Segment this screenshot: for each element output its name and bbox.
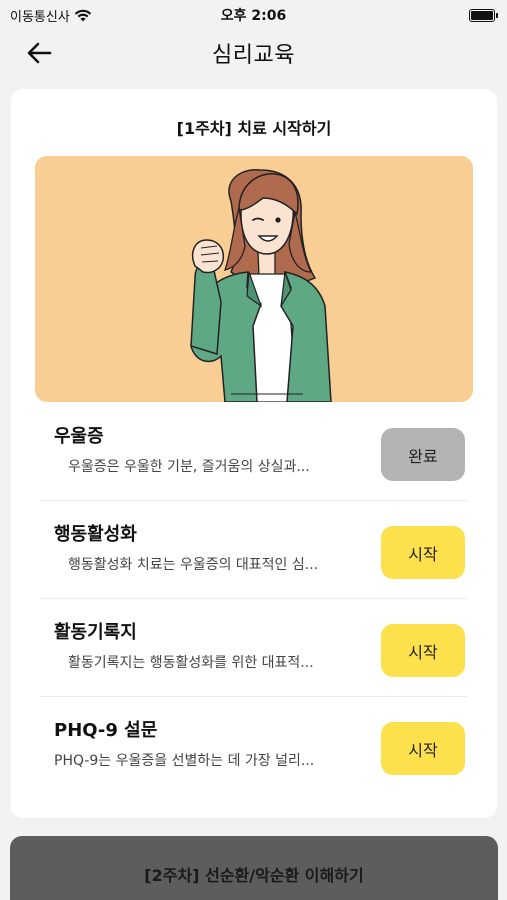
week1-title: [1주차] 치료 시작하기 — [176, 119, 332, 138]
page-title: 심리교육 — [212, 43, 295, 68]
week1-card: [1주차] 치료 시작하기 우울증 우울증은 우울한 기분, 즐거움의 상실과.… — [11, 89, 497, 818]
lesson-list: 우울증 우울증은 우울한 기분, 즐거움의 상실과... 완료 행동활성화 행동… — [40, 403, 468, 795]
wifi-icon — [74, 9, 92, 21]
list-item-behavioral-activation: 행동활성화 행동활성화 치료는 우울증의 대표적인 심... 시작 — [40, 501, 468, 599]
item-description: 활동기록지는 행동활성화를 위한 대표적... — [68, 655, 314, 671]
list-item-activity-log: 활동기록지 활동기록지는 행동활성화를 위한 대표적... 시작 — [40, 599, 468, 697]
woman-illustration — [190, 169, 332, 402]
carrier-label: 이동통신사 — [10, 9, 70, 25]
item-description: 우울증은 우울한 기분, 즐거움의 상실과... — [68, 459, 310, 475]
item-description: PHQ-9는 우울증을 선별하는 데 가장 널리... — [54, 753, 315, 769]
battery-fill — [471, 10, 493, 20]
status-bar: 이동통신사 오후 2:06 — [0, 0, 507, 30]
list-item-phq9-survey: PHQ-9 설문 PHQ-9는 우울증을 선별하는 데 가장 널리... 시작 — [40, 697, 468, 795]
battery-icon — [469, 8, 498, 22]
start-button[interactable]: 시작 — [381, 526, 465, 579]
week2-card[interactable]: [2주차] 선순환/악순환 이해하기 — [10, 836, 498, 900]
item-title: 활동기록지 — [54, 622, 137, 643]
start-button[interactable]: 시작 — [381, 722, 465, 775]
item-title: 우울증 — [54, 426, 104, 447]
arrow-left-icon[interactable] — [26, 41, 52, 65]
week2-title: [2주차] 선순환/악순환 이해하기 — [144, 866, 364, 885]
nav-bar: 심리교육 — [0, 30, 507, 76]
complete-button[interactable]: 완료 — [381, 428, 465, 481]
hero-illustration — [35, 156, 473, 402]
list-item-depression: 우울증 우울증은 우울한 기분, 즐거움의 상실과... 완료 — [40, 403, 468, 501]
item-title: 행동활성화 — [54, 524, 137, 545]
start-button[interactable]: 시작 — [381, 624, 465, 677]
item-title: PHQ-9 설문 — [54, 720, 158, 741]
item-description: 행동활성화 치료는 우울증의 대표적인 심... — [68, 557, 319, 573]
status-left: 이동통신사 — [10, 6, 92, 25]
